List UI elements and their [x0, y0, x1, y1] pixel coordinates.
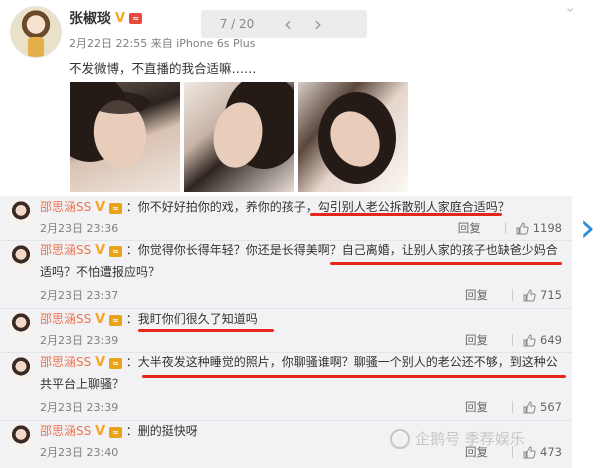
commenter-name[interactable]: 邵思涵SS [40, 312, 91, 326]
prev-image-button[interactable]: ‹ [273, 10, 303, 38]
commenter-name[interactable]: 邵思涵SS [40, 355, 91, 369]
comment-time: 2月23日 23:40 [40, 446, 119, 459]
verified-badge-icon: V [115, 10, 126, 26]
comment-actions: 回复 1198 [458, 220, 562, 236]
comment-text: ：删的挺快呀 [125, 424, 198, 438]
member-level-icon: ≈ [108, 358, 122, 369]
verified-badge-icon: V [95, 312, 106, 327]
reply-button[interactable]: 回复 [465, 287, 488, 303]
image-viewer-toolbar: 7 / 20 ‹ › [201, 10, 367, 38]
next-image-button[interactable]: › [303, 10, 333, 38]
post-user-line: 张椒琰 V ≈ [69, 8, 143, 28]
comment-time: 2月23日 23:39 [40, 401, 119, 414]
comment-time: 2月23日 23:36 [40, 222, 119, 235]
watermark-text: 企鹅号 季荐娱乐 [415, 430, 525, 448]
divider [512, 289, 514, 301]
post-username[interactable]: 张椒琰 [69, 8, 111, 28]
like-button[interactable]: 567 [523, 400, 562, 414]
chevron-icon[interactable]: › [562, 7, 578, 13]
post-text: 不发微博，不直播的我合适嘛…… [69, 61, 257, 76]
like-button[interactable]: 649 [523, 333, 562, 347]
commenter-name[interactable]: 邵思涵SS [40, 200, 91, 214]
comment-item: 邵思涵SS V ≈ ：我盯你们很久了知道吗 2月23日 23:39 回复 649 [0, 308, 572, 353]
reply-button[interactable]: 回复 [465, 332, 488, 348]
post-photo-3[interactable] [298, 82, 408, 192]
comment-content: 邵思涵SS V ≈ ：我盯你们很久了知道吗 [40, 308, 564, 330]
member-level-icon: ≈ [129, 12, 143, 24]
divider [512, 401, 514, 413]
verified-badge-icon: V [95, 200, 106, 215]
poster-avatar[interactable] [10, 6, 62, 58]
image-counter: 7 / 20 [219, 17, 255, 31]
verified-badge-icon: V [95, 424, 106, 439]
member-level-icon: ≈ [108, 315, 122, 326]
commenter-avatar[interactable] [8, 200, 34, 226]
highlight-underline [310, 213, 502, 216]
post-photo-2[interactable] [184, 82, 294, 192]
reply-button[interactable]: 回复 [465, 399, 488, 415]
highlight-underline [138, 329, 274, 332]
thumbs-up-icon [523, 333, 536, 347]
comment-content: 邵思涵SS V ≈ ：你觉得你长得年轻？你还是长得美啊？自己离婚，让别人家的孩子… [40, 239, 564, 283]
comment-text: ：我盯你们很久了知道吗 [125, 312, 258, 326]
commenter-name[interactable]: 邵思涵SS [40, 243, 91, 257]
like-button[interactable]: 1198 [516, 221, 562, 235]
like-count: 567 [540, 400, 562, 414]
like-button[interactable]: 473 [523, 445, 562, 459]
divider [504, 222, 506, 234]
commenter-avatar[interactable] [8, 312, 34, 338]
penguin-icon [390, 428, 410, 449]
commenter-avatar[interactable] [8, 424, 34, 450]
comment-time: 2月23日 23:37 [40, 289, 119, 302]
next-page-chevron-icon[interactable]: › [572, 208, 603, 252]
commenter-name[interactable]: 邵思涵SS [40, 424, 91, 438]
comment-content: 邵思涵SS V ≈ ：大半夜发这种睡觉的照片，你聊骚谁啊？聊骚一个别人的老公还不… [40, 351, 564, 395]
comment-time: 2月23日 23:39 [40, 334, 119, 347]
highlight-underline [330, 262, 562, 265]
comment-item: 邵思涵SS V ≈ ：你觉得你长得年轻？你还是长得美啊？自己离婚，让别人家的孩子… [0, 240, 572, 309]
post-photo-1[interactable] [70, 82, 180, 192]
comment-item: 邵思涵SS V ≈ ：大半夜发这种睡觉的照片，你聊骚谁啊？聊骚一个别人的老公还不… [0, 352, 572, 421]
divider [512, 334, 514, 346]
comment-actions: 回复 649 [465, 332, 562, 348]
comment-actions: 回复 567 [465, 399, 562, 415]
like-count: 1198 [532, 221, 562, 235]
highlight-underline [142, 375, 566, 378]
member-level-icon: ≈ [108, 427, 122, 438]
like-count: 715 [540, 288, 562, 302]
thumbs-up-icon [516, 221, 529, 235]
like-count: 473 [540, 445, 562, 459]
like-button[interactable]: 715 [523, 288, 562, 302]
commenter-avatar[interactable] [8, 244, 34, 270]
verified-badge-icon: V [95, 355, 106, 370]
commenter-avatar[interactable] [8, 356, 34, 382]
thumbs-up-icon [523, 400, 536, 414]
watermark: 企鹅号 季荐娱乐 [390, 428, 525, 449]
verified-badge-icon: V [95, 243, 106, 258]
comment-actions: 回复 715 [465, 287, 562, 303]
comment-text: ：你不好好拍你的戏，养你的孩子，勾引别人老公拆散别人家庭合适吗？ [125, 200, 510, 214]
member-level-icon: ≈ [108, 203, 122, 214]
reply-button[interactable]: 回复 [458, 220, 481, 236]
weibo-post: 张椒琰 V ≈ 2月22日 22:55 来自 iPhone 6s Plus 不发… [0, 0, 603, 196]
like-count: 649 [540, 333, 562, 347]
member-level-icon: ≈ [108, 246, 122, 257]
thumbs-up-icon [523, 288, 536, 302]
thumbs-up-icon [523, 445, 536, 459]
comment-item: 邵思涵SS V ≈ ：你不好好拍你的戏，养你的孩子，勾引别人老公拆散别人家庭合适… [0, 196, 572, 241]
